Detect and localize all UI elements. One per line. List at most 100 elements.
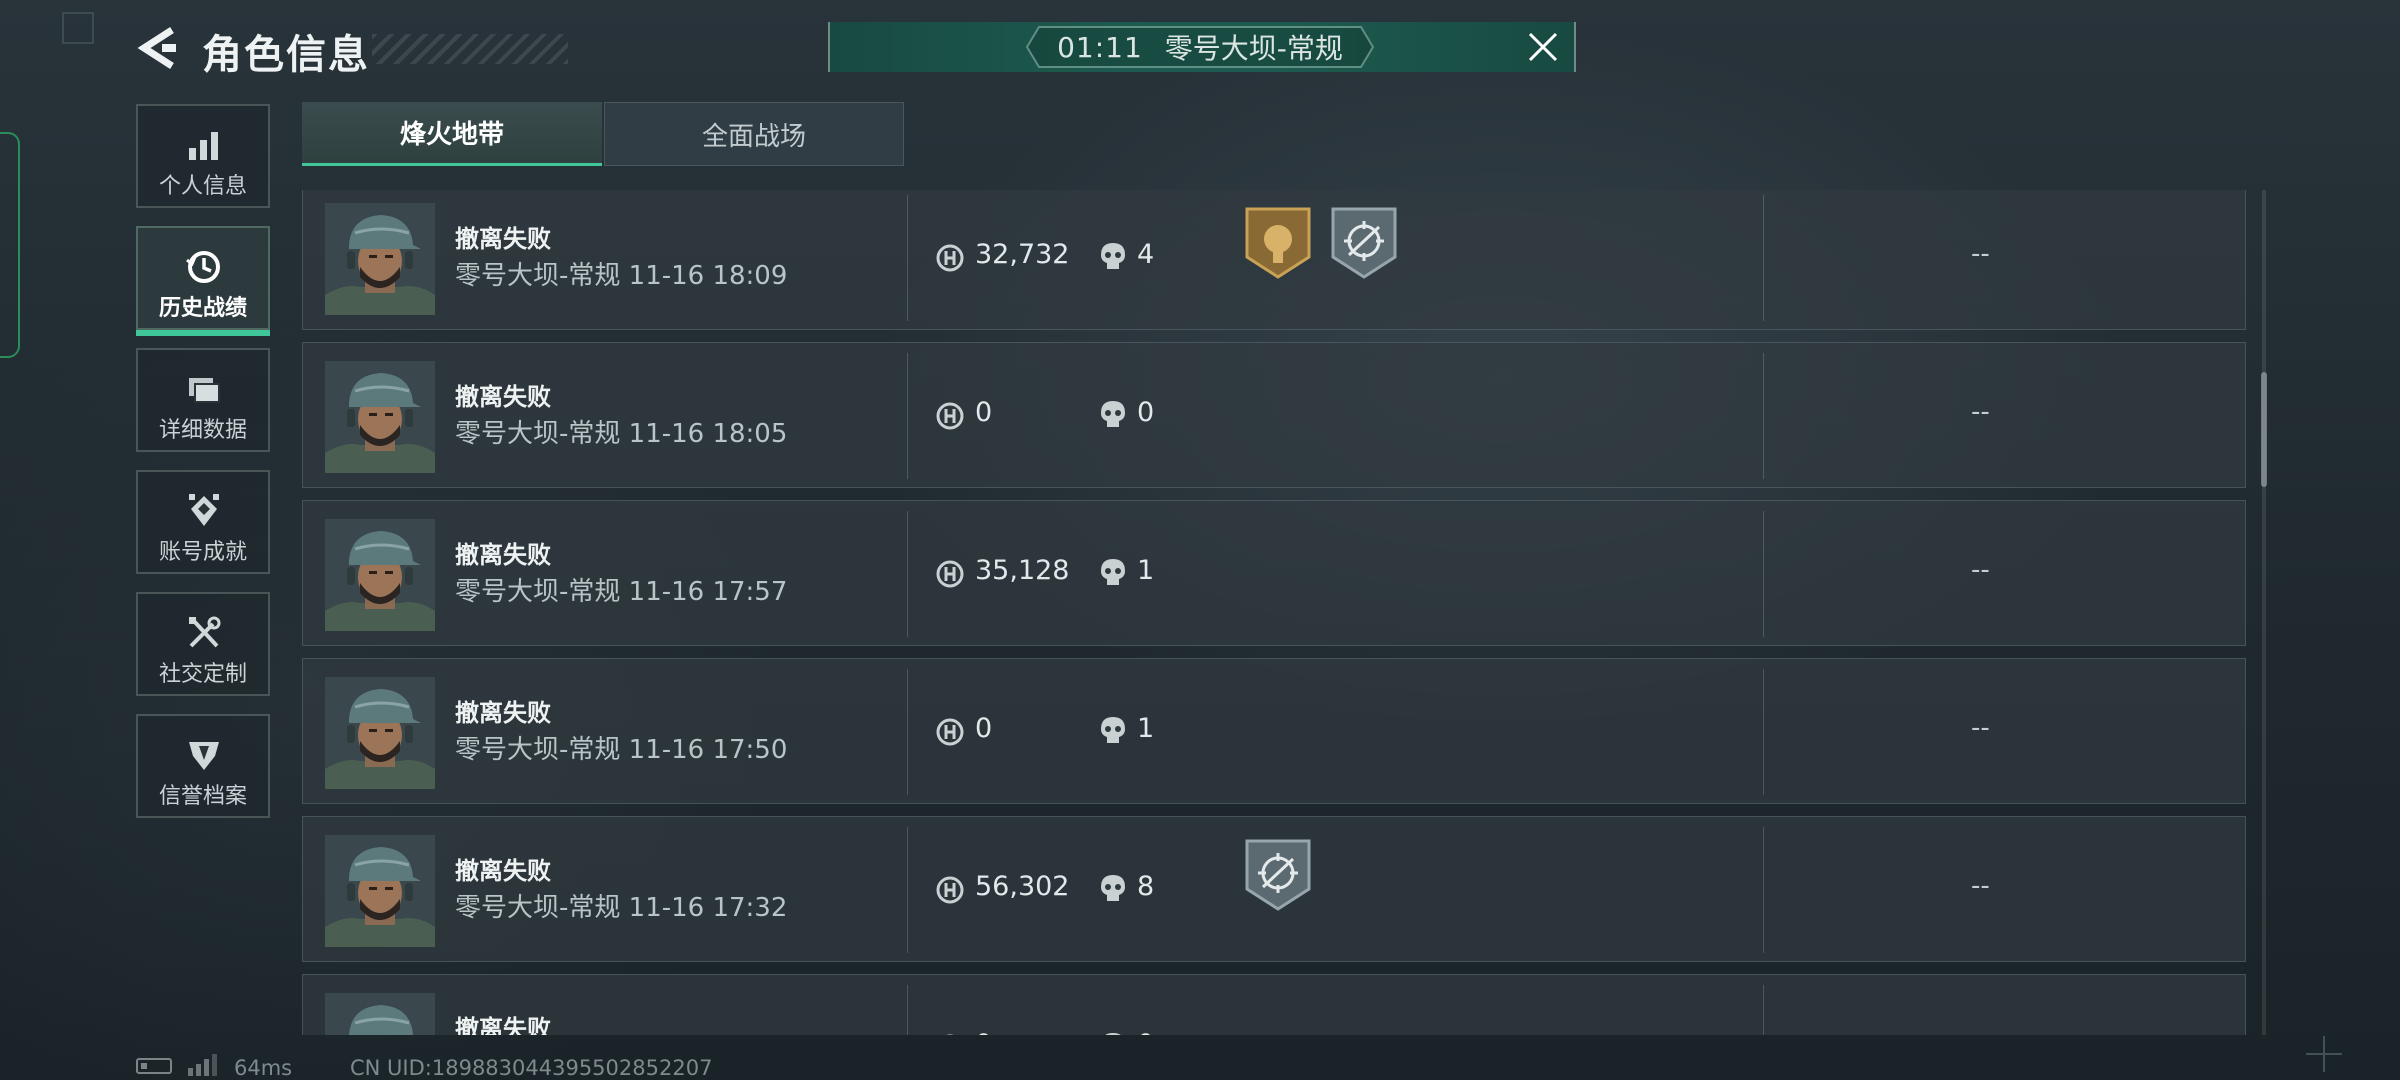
coin-icon [936,876,964,904]
sidebar-item-credit-record[interactable]: 信誉档案 [136,714,270,818]
column-divider [907,195,908,321]
sidebar-item-label: 历史战绩 [158,296,247,321]
kill-count: 8 [1137,871,1155,902]
sidebar-item-social-custom[interactable]: 社交定制 [136,592,270,696]
result-placeholder: -- [1971,239,1990,269]
sidebar-item-label: 个人信息 [158,174,247,199]
extraction-status: 撤离失败 [455,225,551,253]
loot-value: 35,128 [975,555,1070,586]
close-icon[interactable] [1526,30,1560,64]
column-divider [1763,353,1764,479]
tools-icon [189,616,221,648]
column-divider [1763,195,1764,321]
match-banner: 01:11 零号大坝-常规 [828,22,1576,72]
result-placeholder: -- [1971,555,1990,585]
history-clock-icon [186,251,220,283]
crosshair-badge-icon [1245,839,1311,911]
operator-avatar [325,519,435,631]
operator-avatar [325,835,435,947]
sidebar-item-label: 账号成就 [158,540,247,565]
achievement-icon [189,494,219,526]
column-divider [1763,669,1764,795]
extraction-status: 撤离失败 [455,1015,551,1035]
map-and-time: 零号大坝-常规 11-16 17:57 [455,577,788,607]
map-and-time: 零号大坝-常规 11-16 18:09 [455,261,788,291]
coin-icon [936,244,964,272]
result-placeholder: -- [1971,713,1990,743]
operator-avatar [325,677,435,789]
back-arrow-icon[interactable] [132,24,182,72]
gold-medal-badge-icon [1245,207,1311,279]
extraction-status: 撤离失败 [455,383,551,411]
column-divider [907,985,908,1035]
loot-value: 0 [975,713,993,744]
operator-avatar [325,361,435,473]
extraction-status: 撤离失败 [455,541,551,569]
loot-value: 56,302 [975,871,1070,902]
bar-chart-icon [189,132,218,160]
credit-shield-icon [189,742,219,770]
column-divider [1763,827,1764,953]
operator-avatar [325,203,435,315]
sidebar-item-detailed-data[interactable]: 详细数据 [136,348,270,452]
sidebar-item-personal-info[interactable]: 个人信息 [136,104,270,208]
map-and-time: 零号大坝-常规 11-16 17:50 [455,735,788,765]
result-placeholder: -- [1971,871,1990,901]
map-and-time: 零号大坝-常规 11-16 17:32 [455,893,788,923]
loot-value: 32,732 [975,239,1070,270]
column-divider [907,669,908,795]
page-title: 角色信息 [202,32,370,78]
column-divider [907,353,908,479]
kill-count: 0 [1137,1029,1154,1035]
loot-value: 0 [975,1029,992,1035]
kill-count: 4 [1137,239,1155,270]
coin-icon [936,718,964,746]
column-divider [1763,511,1764,637]
extraction-status: 撤离失败 [455,857,551,885]
operator-avatar [325,993,435,1035]
sidebar-item-label: 详细数据 [158,418,247,443]
match-record-row[interactable]: 撤离失败 零号大坝-常规 11-16 18:05 0 0 -- [302,342,2246,488]
coin-icon [936,402,964,430]
ping-latency: 64ms [234,1056,293,1080]
kill-count: 1 [1137,555,1155,586]
match-record-row[interactable]: 撤离失败 零号大坝-常规 11-16 17:26 0 0 -- [302,974,2246,1035]
match-record-row[interactable]: 撤离失败 零号大坝-常规 11-16 18:09 32,732 4 -- [302,190,2246,330]
match-timer: 01:11 [1057,30,1143,64]
skull-kills-icon [1101,717,1125,743]
sidebar-item-label: 信誉档案 [158,784,247,809]
crosshair-badge-icon [1331,207,1397,279]
match-history-list[interactable]: 撤离失败 零号大坝-常规 11-16 18:09 32,732 4 -- 撤离失… [300,190,2250,1035]
coin-icon [936,560,964,588]
user-uid: CN UID:1898830443955028522​07 [350,1056,713,1080]
folders-icon [189,378,220,403]
column-divider [907,827,908,953]
result-placeholder: -- [1971,1029,1990,1035]
match-record-row[interactable]: 撤离失败 零号大坝-常规 11-16 17:32 56,302 8 -- [302,816,2246,962]
sidebar-item-label: 社交定制 [158,662,247,687]
kill-count: 0 [1137,397,1155,428]
skull-kills-icon [1101,401,1125,427]
map-and-time: 零号大坝-常规 11-16 18:05 [455,419,788,449]
match-record-row[interactable]: 撤离失败 零号大坝-常规 11-16 17:57 35,128 1 -- [302,500,2246,646]
coin-icon [946,1034,954,1035]
extraction-status: 撤离失败 [455,699,551,727]
column-divider [907,511,908,637]
tab-full-battlefield[interactable]: 全面战场 [604,102,904,166]
crosshair-corner-icon [2306,1036,2342,1072]
tab-hazard-zone[interactable]: 烽火地带 [302,102,602,166]
skull-kills-icon [1101,243,1125,269]
scrollbar-thumb[interactable] [2261,372,2267,487]
scrollbar-track[interactable] [2262,190,2266,1035]
loot-value: 0 [975,397,993,428]
match-map-name: 零号大坝-常规 [1164,32,1343,65]
battery-icon [136,1058,172,1074]
sidebar-item-achievements[interactable]: 账号成就 [136,470,270,574]
corner-decoration [62,12,94,44]
sidebar-item-match-history[interactable]: 历史战绩 [136,226,270,336]
match-record-row[interactable]: 撤离失败 零号大坝-常规 11-16 17:50 0 1 -- [302,658,2246,804]
skull-kills-icon [1101,559,1125,585]
skull-kills-icon [1105,1033,1121,1035]
kill-count: 1 [1137,713,1155,744]
signal-icon [188,1054,217,1076]
